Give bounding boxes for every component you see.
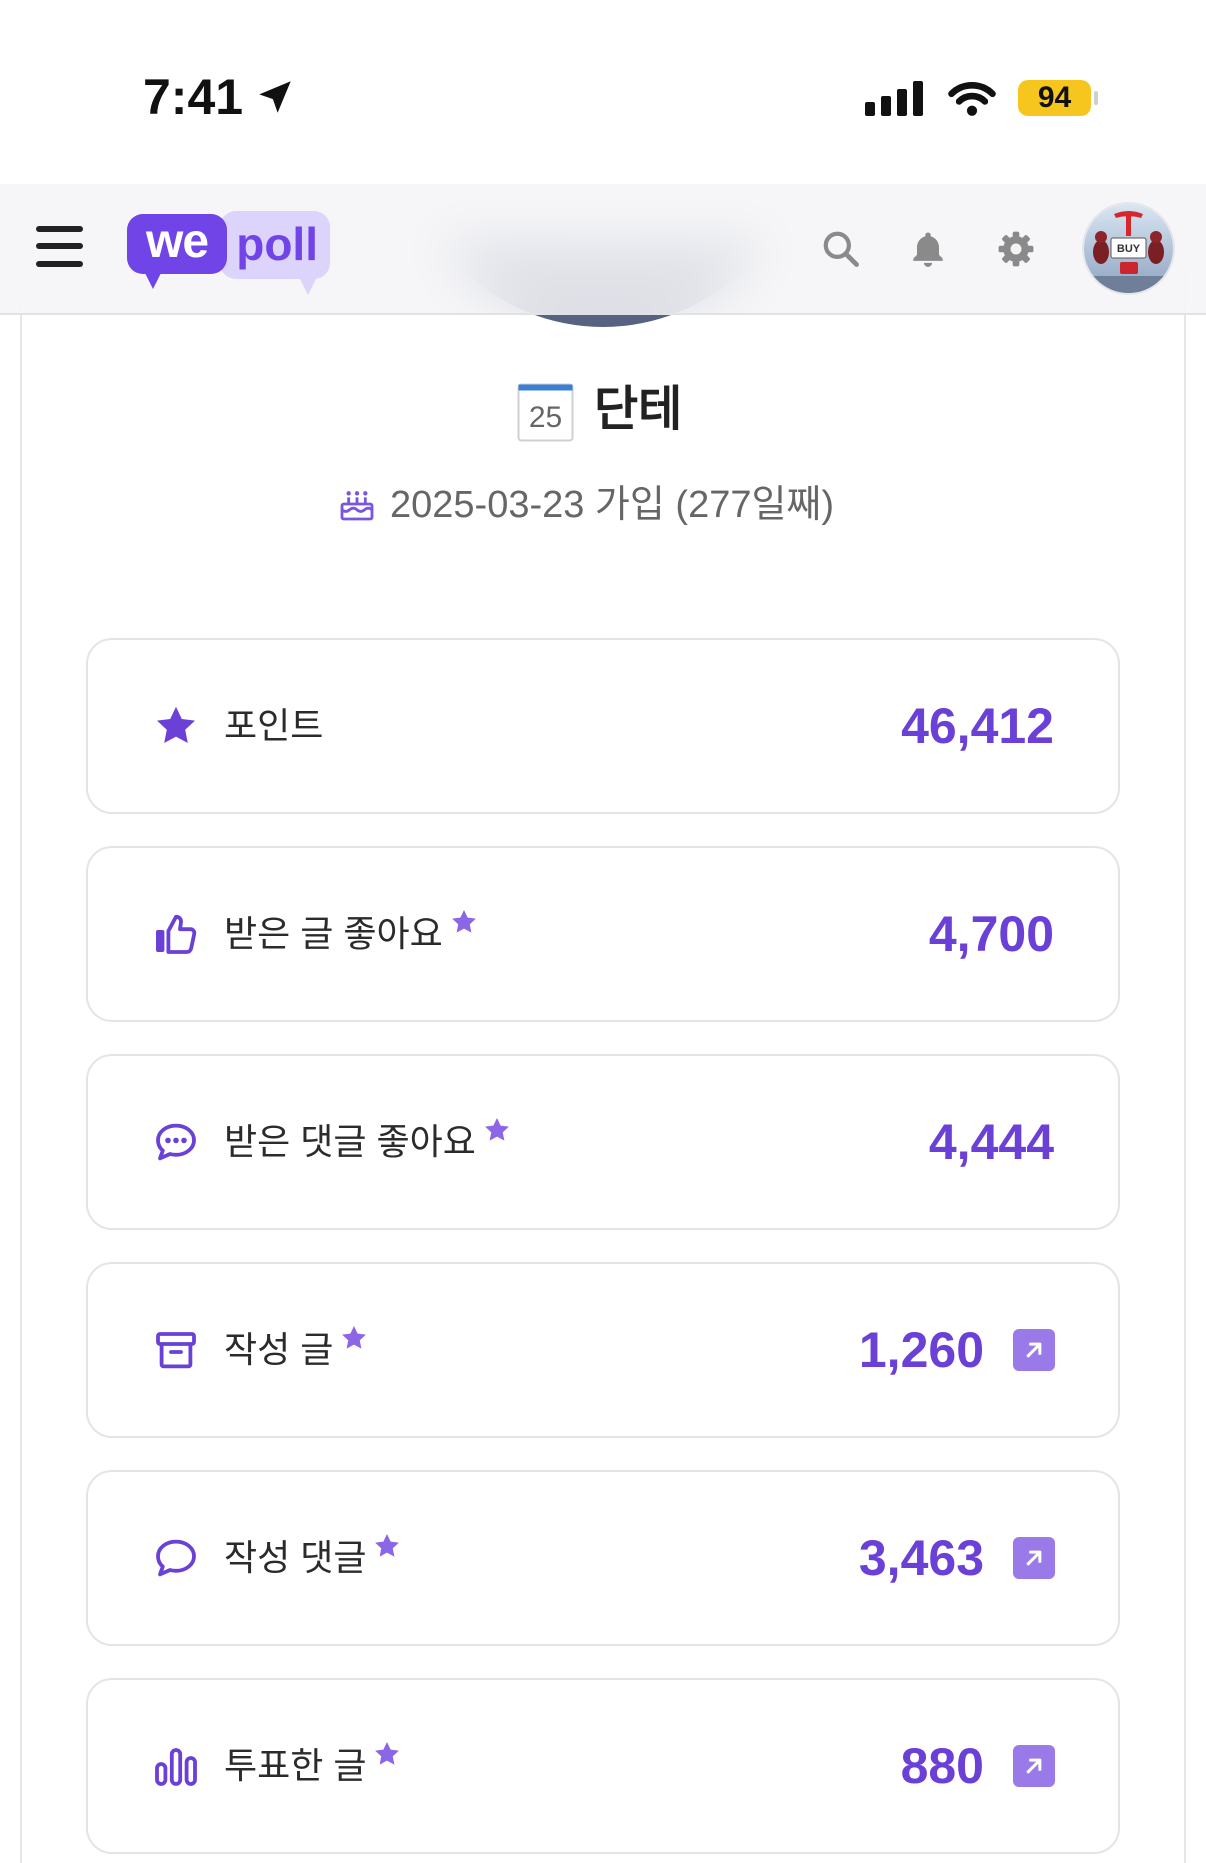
cake-icon — [340, 491, 374, 521]
stat-value: 1,260 — [858, 1322, 984, 1378]
stat-value: 4,444 — [928, 1114, 1054, 1170]
featured-star-icon — [484, 1118, 509, 1141]
stat-label-group: 투표한 글 — [224, 1742, 402, 1788]
stat-label: 투표한 글 — [224, 1745, 367, 1786]
menu-icon[interactable] — [36, 226, 83, 267]
stat-label: 작성 댓글 — [224, 1537, 367, 1578]
logo-poll: poll — [220, 211, 330, 279]
stat-card-voted-posts[interactable]: 투표한 글 880 — [86, 1678, 1120, 1854]
stat-label: 포인트 — [224, 705, 324, 746]
location-arrow-icon — [259, 81, 291, 113]
star-icon — [157, 706, 195, 743]
search-icon[interactable] — [819, 227, 863, 271]
stat-card-written-posts[interactable]: 작성 글 1,260 — [86, 1262, 1120, 1438]
app-header: we poll BUY — [0, 184, 1206, 315]
logo-poll-tail — [299, 277, 317, 295]
stat-label-group: 포인트 — [224, 704, 323, 748]
featured-star-icon — [375, 1534, 400, 1557]
thumbs-up-icon — [156, 914, 197, 954]
stat-label-group: 작성 댓글 — [224, 1534, 402, 1580]
join-date: 2025-03-23 가입 (277일째) — [390, 484, 835, 526]
featured-star-icon — [342, 1326, 367, 1349]
logo-we-tail — [143, 269, 163, 289]
stat-card-points: 포인트 46,412 — [86, 638, 1120, 814]
archive-icon — [156, 1332, 196, 1369]
stat-label-group: 받은 글 좋아요 — [224, 910, 479, 956]
stat-value: 3,463 — [858, 1530, 984, 1586]
cellular-signal-icon — [865, 80, 925, 116]
stat-value: 880 — [900, 1738, 984, 1794]
status-bar: 7:41 94 — [0, 0, 1206, 184]
user-avatar[interactable]: BUY — [1084, 204, 1173, 293]
comment-icon — [156, 1539, 196, 1577]
avatar-picture: BUY — [1084, 204, 1173, 293]
wepoll-logo[interactable]: we poll — [127, 211, 337, 301]
stat-label-group: 작성 글 — [224, 1326, 369, 1372]
avatar-sign-text: BUY — [1117, 243, 1141, 255]
gear-icon[interactable] — [994, 227, 1038, 271]
bar-chart-icon — [155, 1748, 197, 1786]
stat-card-received-comment-likes: 받은 댓글 좋아요 4,444 — [86, 1054, 1120, 1230]
bell-icon[interactable] — [906, 227, 950, 271]
calendar-day: 25 — [529, 401, 562, 434]
stat-label: 받은 댓글 좋아요 — [224, 1121, 476, 1162]
open-link-icon[interactable] — [1013, 1329, 1055, 1371]
open-link-icon[interactable] — [1013, 1537, 1055, 1579]
stat-value: 46,412 — [901, 698, 1054, 754]
wifi-icon — [948, 82, 996, 116]
battery-level: 94 — [1018, 80, 1091, 116]
calendar-icon: 25 — [517, 383, 574, 442]
logo-we: we — [127, 214, 227, 274]
featured-star-icon — [451, 910, 476, 933]
battery-nub — [1094, 91, 1098, 105]
stat-card-written-comments[interactable]: 작성 댓글 3,463 — [86, 1470, 1120, 1646]
stat-label: 작성 글 — [224, 1329, 334, 1370]
stats-list: 포인트 46,412 받은 글 좋아요 4,700 받은 댓글 좋아요 4,44… — [86, 638, 1120, 1854]
stat-card-received-post-likes: 받은 글 좋아요 4,700 — [86, 846, 1120, 1022]
featured-star-icon — [375, 1742, 400, 1765]
stat-value: 4,700 — [928, 906, 1054, 962]
profile-name: 단테 — [594, 383, 683, 436]
stat-label: 받은 글 좋아요 — [224, 913, 443, 954]
clock-time: 7:41 — [143, 69, 244, 125]
comment-dots-icon — [156, 1123, 196, 1161]
open-link-icon[interactable] — [1013, 1745, 1055, 1787]
stat-label-group: 받은 댓글 좋아요 — [224, 1118, 512, 1164]
